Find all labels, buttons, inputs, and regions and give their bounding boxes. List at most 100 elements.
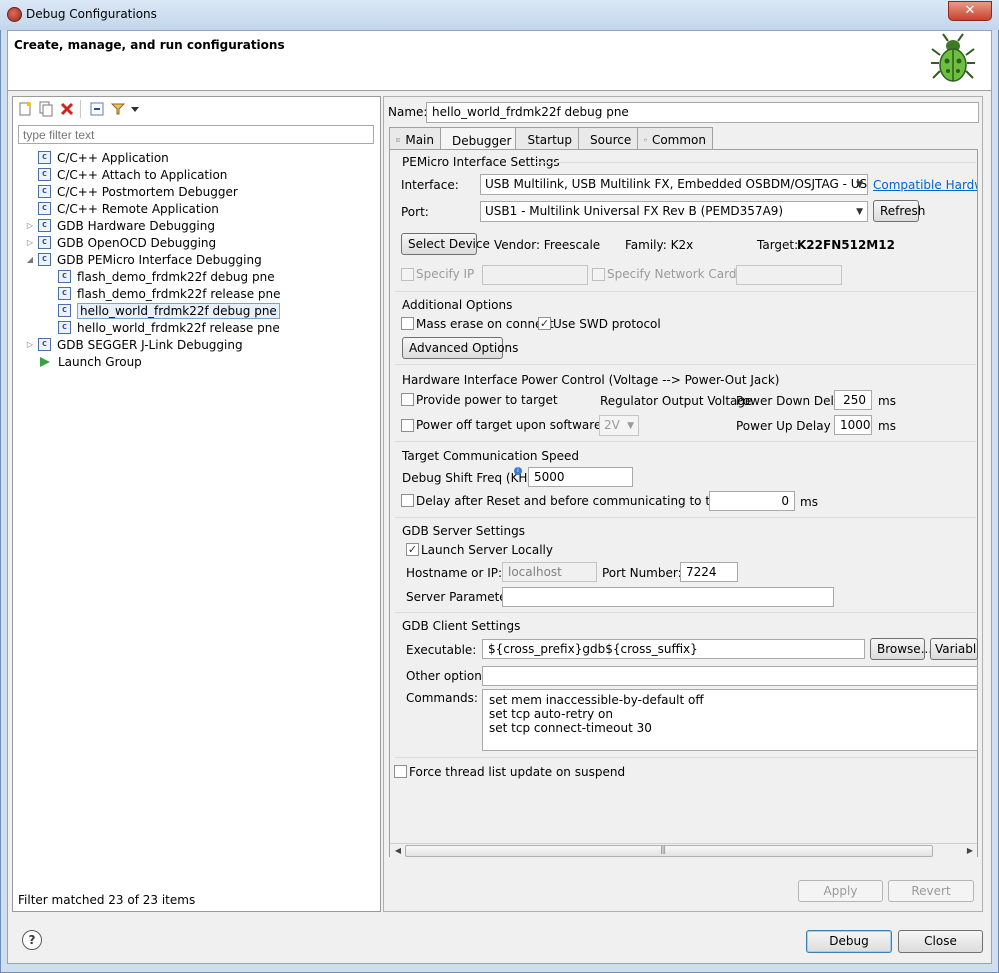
expand-toggle-icon[interactable]: ▷: [26, 340, 34, 349]
tree-item-label: C/C++ Remote Application: [57, 201, 219, 216]
provide-power-checkbox[interactable]: [401, 393, 414, 406]
config-name-input[interactable]: hello_world_frdmk22f debug pne: [426, 102, 979, 123]
commands-textarea[interactable]: set mem inaccessible-by-default off set …: [482, 689, 978, 751]
nic-ip-input[interactable]: [736, 265, 842, 285]
new-configuration-icon[interactable]: [17, 101, 33, 117]
scrollbar-grip: |||: [660, 845, 666, 854]
other-options-input[interactable]: [482, 666, 978, 686]
tree-item-category[interactable]: ▷ c GDB OpenOCD Debugging: [26, 234, 216, 251]
tree-item-category[interactable]: c C/C++ Postmortem Debugger: [26, 183, 238, 200]
tree-item-category[interactable]: ◢ c GDB PEMicro Interface Debugging: [26, 251, 262, 268]
power-up-delay-input[interactable]: 1000: [834, 415, 872, 435]
apply-button[interactable]: Apply: [798, 880, 883, 902]
delay-after-reset-checkbox[interactable]: [401, 494, 414, 507]
specify-nic-checkbox[interactable]: [592, 268, 605, 281]
specify-ip-label: Specify IP: [416, 267, 475, 281]
other-options-label: Other options:: [406, 669, 493, 683]
section-separator: [395, 517, 976, 518]
tree-item-configuration[interactable]: c flash_demo_frdmk22f release pne: [58, 285, 281, 302]
info-icon: i: [514, 467, 522, 475]
advanced-options-button[interactable]: Advanced Options: [402, 337, 518, 359]
compatible-hardware-link[interactable]: Compatible Hardware: [873, 178, 977, 192]
port-number-input[interactable]: 7224: [680, 562, 738, 582]
filter-status: Filter matched 23 of 23 items: [18, 893, 196, 907]
tree-item-category[interactable]: c C/C++ Attach to Application: [26, 166, 227, 183]
ip-address-input[interactable]: [482, 265, 588, 285]
refresh-button[interactable]: Refresh: [873, 200, 925, 222]
tree-item-configuration[interactable]: c hello_world_frdmk22f debug pne: [58, 302, 280, 319]
port-select[interactable]: USB1 - Multilink Universal FX Rev B (PEM…: [480, 201, 868, 222]
scroll-right-icon[interactable]: ▶: [964, 845, 976, 857]
tree-item-category[interactable]: c C/C++ Remote Application: [26, 200, 219, 217]
c-config-icon: c: [58, 304, 71, 317]
mass-erase-label: Mass erase on connect: [416, 317, 554, 331]
delay-after-reset-input[interactable]: 0: [709, 491, 795, 511]
tree-item-label: GDB Hardware Debugging: [57, 218, 215, 233]
c-config-icon: c: [58, 270, 71, 283]
browse-button[interactable]: Browse...: [870, 638, 932, 660]
executable-label: Executable:: [406, 643, 477, 657]
tree-item-configuration[interactable]: c flash_demo_frdmk22f debug pne: [58, 268, 275, 285]
close-window-button[interactable]: ✕: [948, 1, 992, 21]
c-config-icon: c: [38, 253, 51, 266]
filter-input[interactable]: [18, 125, 374, 144]
server-parameters-input[interactable]: [502, 587, 834, 607]
expand-toggle-icon[interactable]: ▷: [26, 221, 34, 230]
force-thread-update-checkbox[interactable]: [394, 765, 407, 778]
scroll-left-icon[interactable]: ◀: [392, 845, 404, 857]
command-line: set mem inaccessible-by-default off: [489, 693, 704, 707]
c-config-icon: c: [38, 185, 51, 198]
command-line: set tcp connect-timeout 30: [489, 721, 652, 735]
section-separator: [536, 162, 976, 163]
tree-item-category[interactable]: ▷ c GDB Hardware Debugging: [26, 217, 215, 234]
tab-main[interactable]: Main: [389, 127, 441, 149]
launch-server-checkbox[interactable]: ✓: [406, 543, 419, 556]
family-text: Family: K2x: [625, 238, 694, 252]
commands-label: Commands:: [406, 691, 478, 705]
power-off-label: Power off target upon software exit: [416, 418, 628, 432]
force-thread-update-label: Force thread list update on suspend: [409, 765, 626, 779]
filter-configurations-icon[interactable]: [110, 101, 126, 117]
toolbar-menu-chevron-down-icon[interactable]: [130, 104, 140, 114]
debug-button[interactable]: Debug: [806, 930, 892, 953]
command-line: set tcp auto-retry on: [489, 707, 614, 721]
use-swd-checkbox[interactable]: ✓: [538, 317, 551, 330]
tree-item-category[interactable]: Launch Group: [26, 353, 142, 370]
hostname-label: Hostname or IP:: [406, 566, 503, 580]
scrollbar-thumb[interactable]: [405, 845, 933, 857]
power-down-delay-input[interactable]: 250: [834, 390, 872, 410]
interface-select[interactable]: USB Multilink, USB Multilink FX, Embedde…: [480, 174, 868, 195]
tab-common[interactable]: Common: [637, 127, 713, 149]
tree-item-label: hello_world_frdmk22f debug pne: [77, 302, 280, 319]
collapse-all-icon[interactable]: [89, 101, 105, 117]
shift-freq-input[interactable]: 5000: [528, 467, 633, 487]
power-off-checkbox[interactable]: [401, 419, 414, 432]
voltage-select[interactable]: 2V ▼: [599, 415, 639, 436]
tab-debugger[interactable]: Debugger: [440, 127, 516, 150]
expand-toggle-icon[interactable]: ▷: [26, 238, 34, 247]
expand-toggle-icon[interactable]: ◢: [26, 255, 34, 264]
launch-icon: [40, 356, 50, 367]
variables-button[interactable]: Variables...: [930, 638, 978, 660]
tab-source-label: Source: [590, 133, 632, 147]
delete-configuration-icon[interactable]: [59, 101, 75, 117]
power-down-delay-label: Power Down Delay: [736, 394, 849, 408]
c-config-icon: c: [58, 321, 71, 334]
hostname-input[interactable]: localhost: [502, 562, 597, 582]
select-device-button[interactable]: Select Device: [401, 233, 490, 255]
tab-source[interactable]: Source: [578, 127, 638, 149]
specify-ip-checkbox[interactable]: [401, 268, 414, 281]
mass-erase-checkbox[interactable]: [401, 317, 414, 330]
close-button[interactable]: Close: [898, 930, 983, 953]
duplicate-configuration-icon[interactable]: [38, 101, 54, 117]
window-title: Debug Configurations: [26, 7, 157, 21]
tree-item-configuration[interactable]: c hello_world_frdmk22f release pne: [58, 319, 280, 336]
help-icon[interactable]: ?: [22, 930, 42, 950]
port-select-value: USB1 - Multilink Universal FX Rev B (PEM…: [485, 204, 784, 218]
executable-input[interactable]: ${cross_prefix}gdb${cross_suffix}: [482, 639, 865, 659]
tree-item-category[interactable]: ▷ c GDB SEGGER J-Link Debugging: [26, 336, 243, 353]
revert-button[interactable]: Revert: [888, 880, 974, 902]
tab-startup[interactable]: Startup: [515, 127, 579, 149]
tree-item-category[interactable]: c C/C++ Application: [26, 149, 169, 166]
